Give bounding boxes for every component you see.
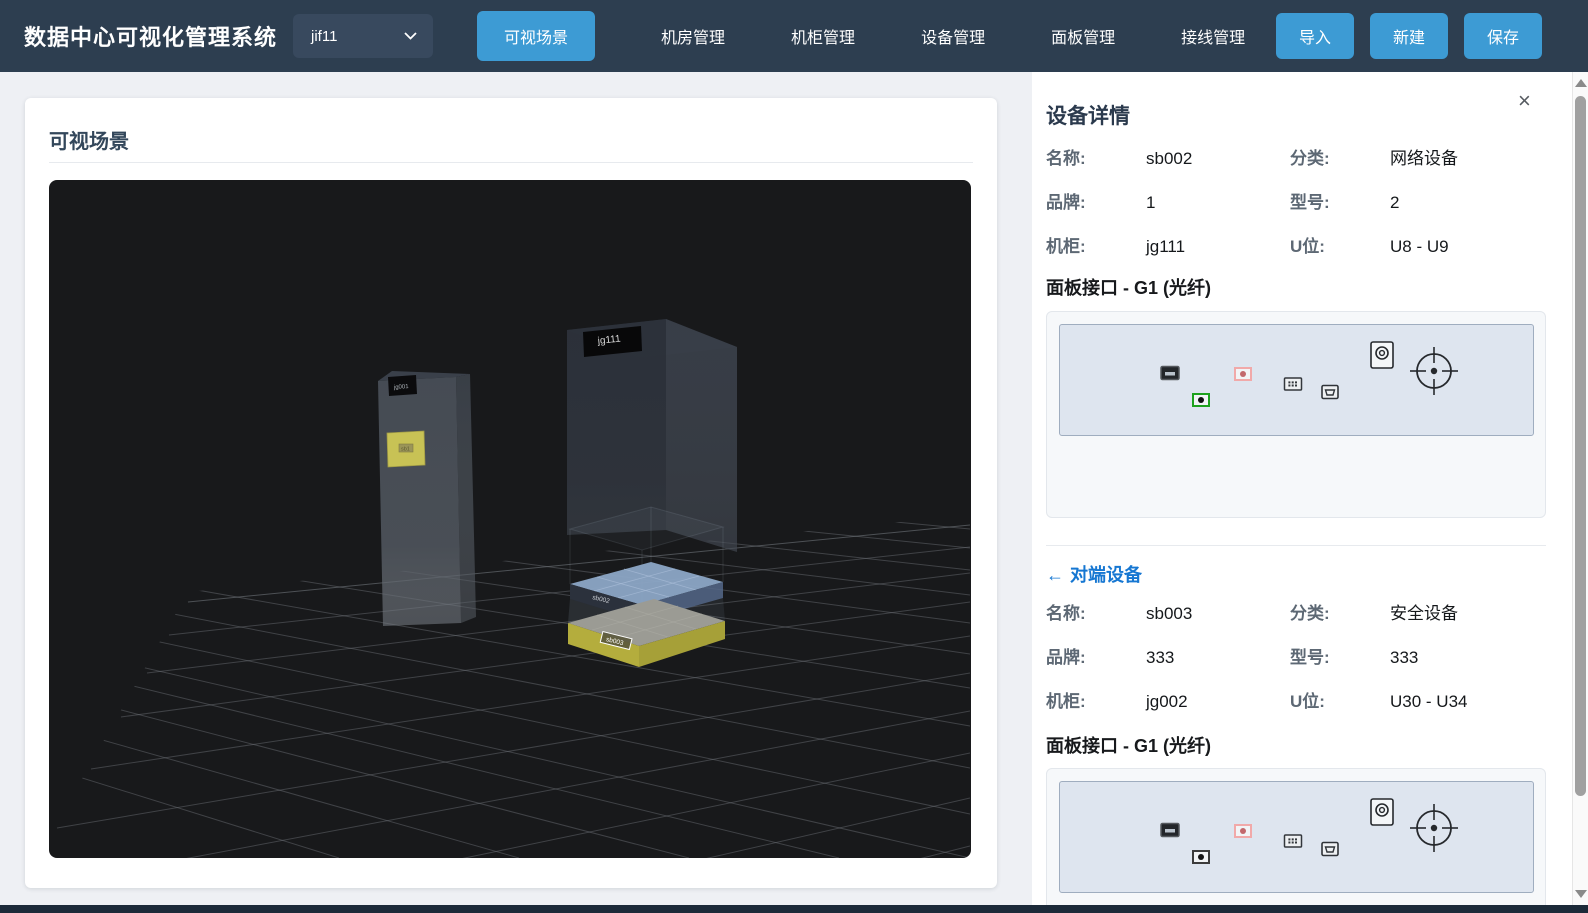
tab-device-mgmt[interactable]: 设备管理 xyxy=(921,11,985,61)
port-coax[interactable] xyxy=(1410,804,1458,852)
port-pins[interactable] xyxy=(1283,377,1303,391)
field-label: 分类: xyxy=(1290,604,1330,623)
field-value: 333 xyxy=(1390,648,1419,667)
scroll-up-icon[interactable] xyxy=(1575,79,1587,87)
tab-rack-mgmt[interactable]: 机柜管理 xyxy=(791,11,855,61)
rack-small[interactable]: jg001 sb1 xyxy=(378,371,476,626)
top-navbar: 数据中心可视化管理系统 jif11 可视场景 机房管理 机柜管理 设备管理 面板… xyxy=(0,0,1588,72)
tab-cabling-mgmt[interactable]: 接线管理 xyxy=(1181,11,1245,61)
field-label: 型号: xyxy=(1290,648,1330,667)
field-label: U位: xyxy=(1290,692,1325,711)
scene-3d: jg001 sb1 jg111 sb002 sb003 xyxy=(49,319,970,858)
field-label: 品牌: xyxy=(1046,648,1086,667)
panel-preview-box xyxy=(1046,311,1546,518)
panel-face xyxy=(1059,324,1534,436)
detail-panel-title: 设备详情 xyxy=(1046,105,1130,128)
field-label: 分类: xyxy=(1290,149,1330,168)
peer-device-link[interactable]: ← 对端设备 xyxy=(1046,561,1142,587)
peer-fields: 名称: sb003 分类: 安全设备 品牌: 333 型号: 333 机柜: j… xyxy=(1046,599,1546,712)
field-value: 1 xyxy=(1146,193,1156,212)
device-detail-panel: 设备详情 × 名称: sb002 分类: 网络设备 品牌: 1 型号: 2 机柜… xyxy=(1032,72,1572,905)
field-value: jg111 xyxy=(1146,237,1186,256)
field-value: U8 - U9 xyxy=(1390,237,1449,256)
field-value: 2 xyxy=(1390,193,1400,212)
field-label: 名称: xyxy=(1046,149,1086,168)
field-value: jg002 xyxy=(1146,692,1188,711)
peer-interface-title: 面板接口 - G1 (光纤) xyxy=(1046,736,1211,756)
scrollbar-thumb[interactable] xyxy=(1575,96,1586,796)
room-select[interactable]: jif11 xyxy=(293,14,434,58)
rack-small-name: jg001 xyxy=(393,384,410,391)
port-fiber-red[interactable] xyxy=(1234,824,1252,838)
port-usb[interactable] xyxy=(1321,841,1339,857)
port-bnc[interactable] xyxy=(1370,341,1394,369)
field-value: U30 - U34 xyxy=(1390,692,1468,711)
port-slot[interactable] xyxy=(1160,365,1180,381)
scroll-down-icon[interactable] xyxy=(1575,890,1587,898)
scrollbar[interactable] xyxy=(1572,72,1588,905)
save-button[interactable]: 保存 xyxy=(1463,13,1542,59)
device-fields: 名称: sb002 分类: 网络设备 品牌: 1 型号: 2 机柜: jg111… xyxy=(1046,144,1546,257)
field-value: 网络设备 xyxy=(1390,149,1458,168)
port-fiber-black[interactable] xyxy=(1192,850,1210,864)
new-button[interactable]: 新建 xyxy=(1369,13,1448,59)
panel-face xyxy=(1059,781,1534,893)
scene-card-title: 可视场景 xyxy=(49,131,129,153)
port-fiber-red[interactable] xyxy=(1234,367,1252,381)
divider xyxy=(49,162,973,163)
port-bnc[interactable] xyxy=(1370,798,1394,826)
port-slot[interactable] xyxy=(1160,822,1180,838)
app-title: 数据中心可视化管理系统 xyxy=(24,25,278,50)
port-coax[interactable] xyxy=(1410,347,1458,395)
port-fiber-green[interactable] xyxy=(1192,393,1210,407)
room-select-value: jif11 xyxy=(311,27,338,45)
floor-grid xyxy=(49,515,970,858)
panel-ports xyxy=(1160,798,1458,864)
field-value: sb003 xyxy=(1146,604,1193,623)
field-label: 型号: xyxy=(1290,193,1330,212)
panel-interface-title: 面板接口 - G1 (光纤) xyxy=(1046,278,1211,298)
peer-link-label: 对端设备 xyxy=(1070,565,1142,585)
port-usb[interactable] xyxy=(1321,384,1339,400)
scene-canvas[interactable]: jg001 sb1 jg111 sb002 sb003 xyxy=(49,180,971,858)
import-button[interactable]: 导入 xyxy=(1275,13,1354,59)
field-value: sb002 xyxy=(1146,149,1193,168)
field-label: 名称: xyxy=(1046,604,1086,623)
tab-visual-scene[interactable]: 可视场景 xyxy=(477,11,596,61)
port-pins[interactable] xyxy=(1283,834,1303,848)
panel-ports xyxy=(1160,341,1458,407)
device-panel-label: sb1 xyxy=(401,447,410,453)
bottom-bar xyxy=(0,905,1588,913)
tab-panel-mgmt[interactable]: 面板管理 xyxy=(1051,11,1115,61)
device-panel-yellow[interactable]: sb1 xyxy=(386,430,426,468)
field-label: 机柜: xyxy=(1046,237,1086,256)
field-label: 机柜: xyxy=(1046,692,1086,711)
divider xyxy=(1046,545,1546,546)
field-label: 品牌: xyxy=(1046,193,1086,212)
field-value: 333 xyxy=(1146,648,1175,667)
chevron-down-icon xyxy=(404,32,417,40)
field-value: 安全设备 xyxy=(1390,604,1458,623)
scene-card: 可视场景 jg001 sb1 jg111 sb002 sb003 xyxy=(25,98,997,888)
tab-room-mgmt[interactable]: 机房管理 xyxy=(661,11,725,61)
back-arrow-icon: ← xyxy=(1046,565,1064,585)
peer-panel-preview-box xyxy=(1046,768,1546,905)
close-icon[interactable]: × xyxy=(1518,90,1531,112)
field-label: U位: xyxy=(1290,237,1325,256)
